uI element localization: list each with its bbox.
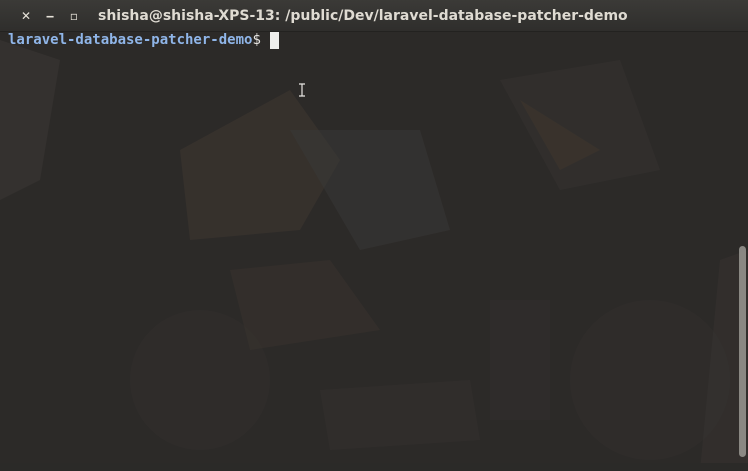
- scrollbar[interactable]: [737, 36, 746, 461]
- prompt-directory: laravel-database-patcher-demo: [8, 32, 253, 48]
- terminal-area[interactable]: laravel-database-patcher-demo$: [0, 32, 748, 463]
- terminal-window: ✕ ‒ ▫ shisha@shisha-XPS-13: /public/Dev/…: [0, 0, 748, 471]
- minimize-icon[interactable]: ‒: [38, 0, 62, 32]
- scrollbar-thumb[interactable]: [739, 246, 746, 457]
- close-icon[interactable]: ✕: [14, 0, 38, 32]
- window-title: shisha@shisha-XPS-13: /public/Dev/larave…: [98, 7, 628, 24]
- text-cursor-icon: [299, 83, 305, 97]
- prompt-symbol: $: [252, 32, 261, 48]
- maximize-icon[interactable]: ▫: [62, 0, 86, 32]
- prompt-line: laravel-database-patcher-demo$: [8, 32, 279, 49]
- window-bottom-edge: [0, 463, 748, 471]
- text-cursor-block: [269, 32, 279, 49]
- title-bar[interactable]: ✕ ‒ ▫ shisha@shisha-XPS-13: /public/Dev/…: [0, 0, 748, 32]
